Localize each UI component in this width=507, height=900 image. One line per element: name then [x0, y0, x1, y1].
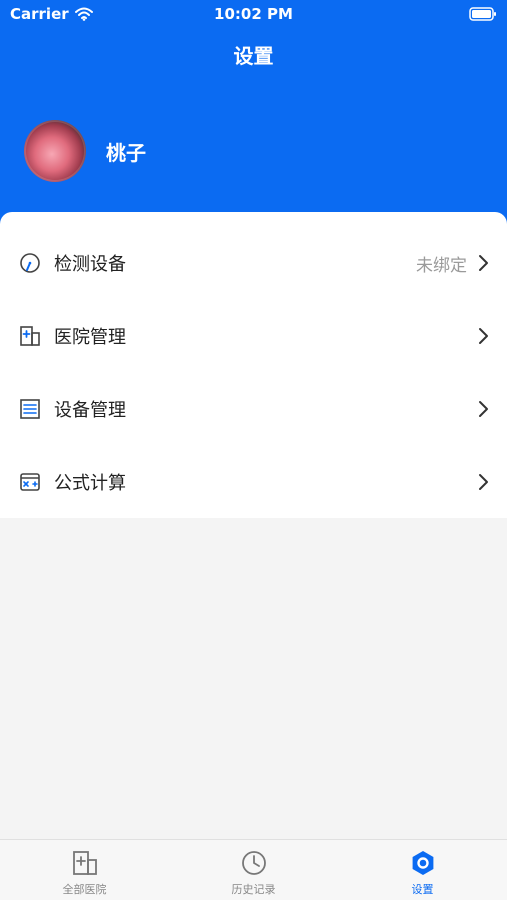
menu-item-label: 医院管理 [54, 327, 126, 348]
page-title: 设置 [233, 44, 274, 68]
chevron-right-icon [477, 327, 489, 345]
settings-icon [409, 849, 437, 877]
tab-label: 设置 [411, 883, 434, 896]
header: Carrier 10:02 PM 设置 桃子 [0, 0, 507, 234]
avatar[interactable] [24, 120, 86, 182]
hospital-icon [19, 325, 41, 347]
status-time: 10:02 PM [214, 5, 293, 23]
chevron-right-icon [477, 254, 489, 272]
tab-label: 全部医院 [62, 883, 107, 896]
hospital-icon [71, 849, 99, 877]
menu-item-label: 公式计算 [54, 473, 126, 494]
menu-item-hospital-management[interactable]: 医院管理 [0, 306, 507, 366]
menu-item-value: 未绑定 [416, 255, 467, 276]
menu-item-formula-calculation[interactable]: 公式计算 [0, 452, 507, 512]
profile[interactable]: 桃子 [24, 120, 146, 182]
device-list-icon [19, 398, 41, 420]
settings-menu: 检测设备 未绑定 医院管理 设备管理 公式计算 [0, 212, 507, 518]
menu-item-detection-device[interactable]: 检测设备 未绑定 [0, 233, 507, 293]
gauge-icon [19, 252, 41, 274]
tab-all-hospitals[interactable]: 全部医院 [0, 840, 169, 900]
chevron-right-icon [477, 400, 489, 418]
menu-item-device-management[interactable]: 设备管理 [0, 379, 507, 439]
tab-bar: 全部医院 历史记录 设置 [0, 839, 507, 900]
tab-history[interactable]: 历史记录 [169, 840, 338, 900]
menu-item-label: 设备管理 [54, 400, 126, 421]
menu-item-label: 检测设备 [54, 254, 126, 275]
calculator-icon [19, 471, 41, 493]
chevron-right-icon [477, 473, 489, 491]
battery-icon [469, 6, 497, 25]
tab-label: 历史记录 [231, 883, 276, 896]
username: 桃子 [106, 140, 146, 165]
clock-icon [240, 849, 268, 877]
status-bar: Carrier 10:02 PM [0, 0, 507, 28]
tab-settings[interactable]: 设置 [338, 840, 507, 900]
